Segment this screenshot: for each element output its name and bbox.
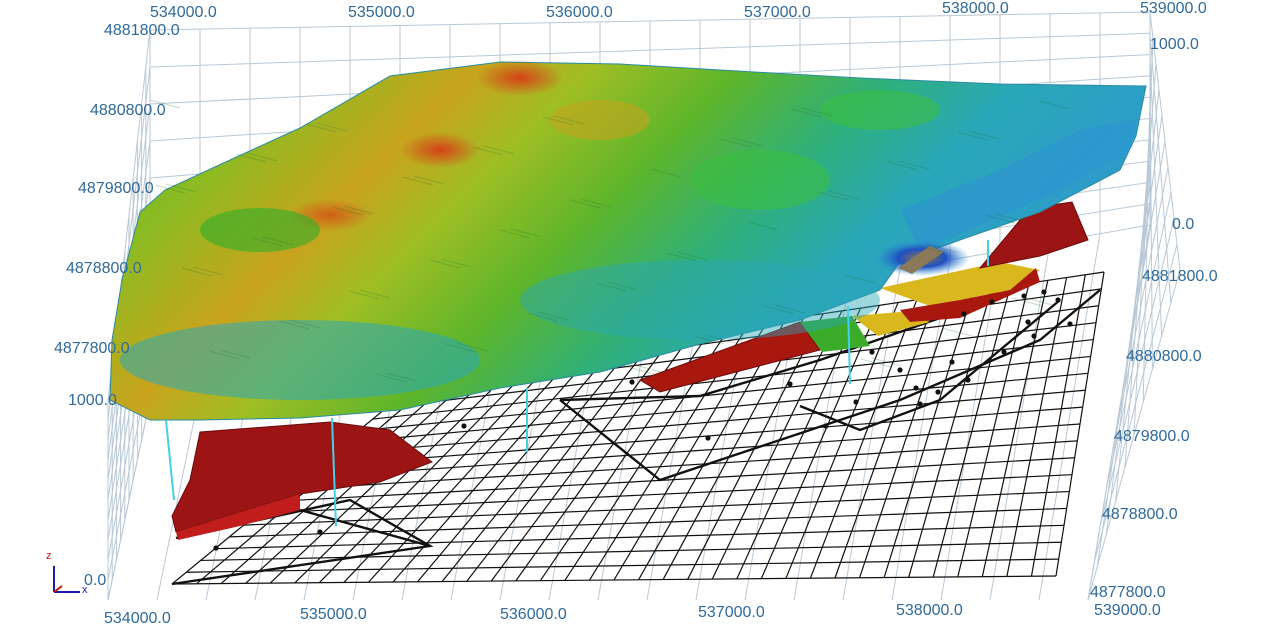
x-tick-top: 538000.0 xyxy=(942,0,1009,17)
terrain-relief-line xyxy=(941,327,973,337)
collar-dot xyxy=(935,389,941,395)
terrain-green-valley-2 xyxy=(690,150,830,210)
triad-x-label: x xyxy=(82,584,88,596)
collar-dot xyxy=(461,423,467,429)
terrain-ridge-high-2 xyxy=(400,132,480,168)
collar-dot xyxy=(1067,321,1073,327)
collar-dot xyxy=(1031,333,1037,339)
collar-dot xyxy=(917,401,923,407)
y-tick-right: 4877800.0 xyxy=(1090,584,1166,601)
grid-line xyxy=(1038,233,1101,601)
x-tick-top: 536000.0 xyxy=(546,4,613,21)
terrain-relief-line xyxy=(871,357,903,367)
collar-dot xyxy=(949,359,955,365)
x-tick-top: 537000.0 xyxy=(744,4,811,21)
terrain-ridge-high-4 xyxy=(550,100,650,140)
terrain-lowland-2 xyxy=(520,260,880,340)
mesh-line xyxy=(171,575,1057,585)
collar-dot xyxy=(961,311,967,317)
x-tick-bottom: 535000.0 xyxy=(300,606,367,623)
collar-dot xyxy=(853,399,859,405)
x-tick-bottom: 539000.0 xyxy=(1094,602,1161,619)
y-tick-right: 4880800.0 xyxy=(1126,348,1202,365)
z-tick-left: 1000.0 xyxy=(68,392,117,409)
collar-dot xyxy=(913,385,919,391)
terrain-ridge-high-1 xyxy=(476,60,564,96)
orientation-triad[interactable] xyxy=(53,566,80,593)
collar-dot xyxy=(1025,319,1031,325)
z-tick-right: 1000.0 xyxy=(1150,36,1199,53)
x-tick-top: 534000.0 xyxy=(150,4,217,21)
y-tick-left: 4878800.0 xyxy=(66,260,142,277)
collar-dot xyxy=(787,381,793,387)
collar-dot xyxy=(1055,297,1061,303)
collar-dot xyxy=(869,349,875,355)
mesh-outline xyxy=(299,508,431,548)
terrain-green-valley-1 xyxy=(200,208,320,252)
collar-dot xyxy=(629,379,635,385)
triad-z-label: z xyxy=(46,550,52,562)
y-tick-right: 4879800.0 xyxy=(1114,428,1190,445)
y-tick-right: 4878800.0 xyxy=(1102,506,1178,523)
x-tick-top: 535000.0 xyxy=(348,4,415,21)
collar-dot xyxy=(1041,289,1047,295)
x-tick-bottom: 536000.0 xyxy=(500,606,567,623)
drillhole xyxy=(165,419,175,501)
x-tick-bottom: 538000.0 xyxy=(896,602,963,619)
collar-dot xyxy=(705,435,711,441)
y-tick-right: 4881800.0 xyxy=(1142,268,1218,285)
mesh-line xyxy=(229,507,1067,538)
collar-dot xyxy=(965,377,971,383)
x-tick-bottom: 534000.0 xyxy=(104,610,171,627)
collar-dot xyxy=(823,423,829,429)
y-tick-left: 4880800.0 xyxy=(90,102,166,119)
x-tick-bottom: 537000.0 xyxy=(698,604,765,621)
x-tick-top: 539000.0 xyxy=(1140,0,1207,17)
3d-viewport[interactable] xyxy=(0,0,1280,644)
ore-body-west xyxy=(171,421,434,533)
collar-dot xyxy=(1021,293,1027,299)
y-tick-left: 4877800.0 xyxy=(54,340,130,357)
z-tick-right: 0.0 xyxy=(1172,216,1195,233)
collar-dot xyxy=(1001,349,1007,355)
terrain-lowland-1 xyxy=(120,320,480,400)
y-tick-left: 4881800.0 xyxy=(104,22,180,39)
collar-dot xyxy=(897,367,903,373)
collar-dot xyxy=(213,545,219,551)
mesh-line xyxy=(315,406,1083,467)
collar-dot xyxy=(317,529,323,535)
y-tick-left: 4879800.0 xyxy=(78,180,154,197)
collar-dot xyxy=(989,299,995,305)
terrain-relief-line xyxy=(860,358,892,368)
terrain-green-valley-3 xyxy=(820,90,940,130)
